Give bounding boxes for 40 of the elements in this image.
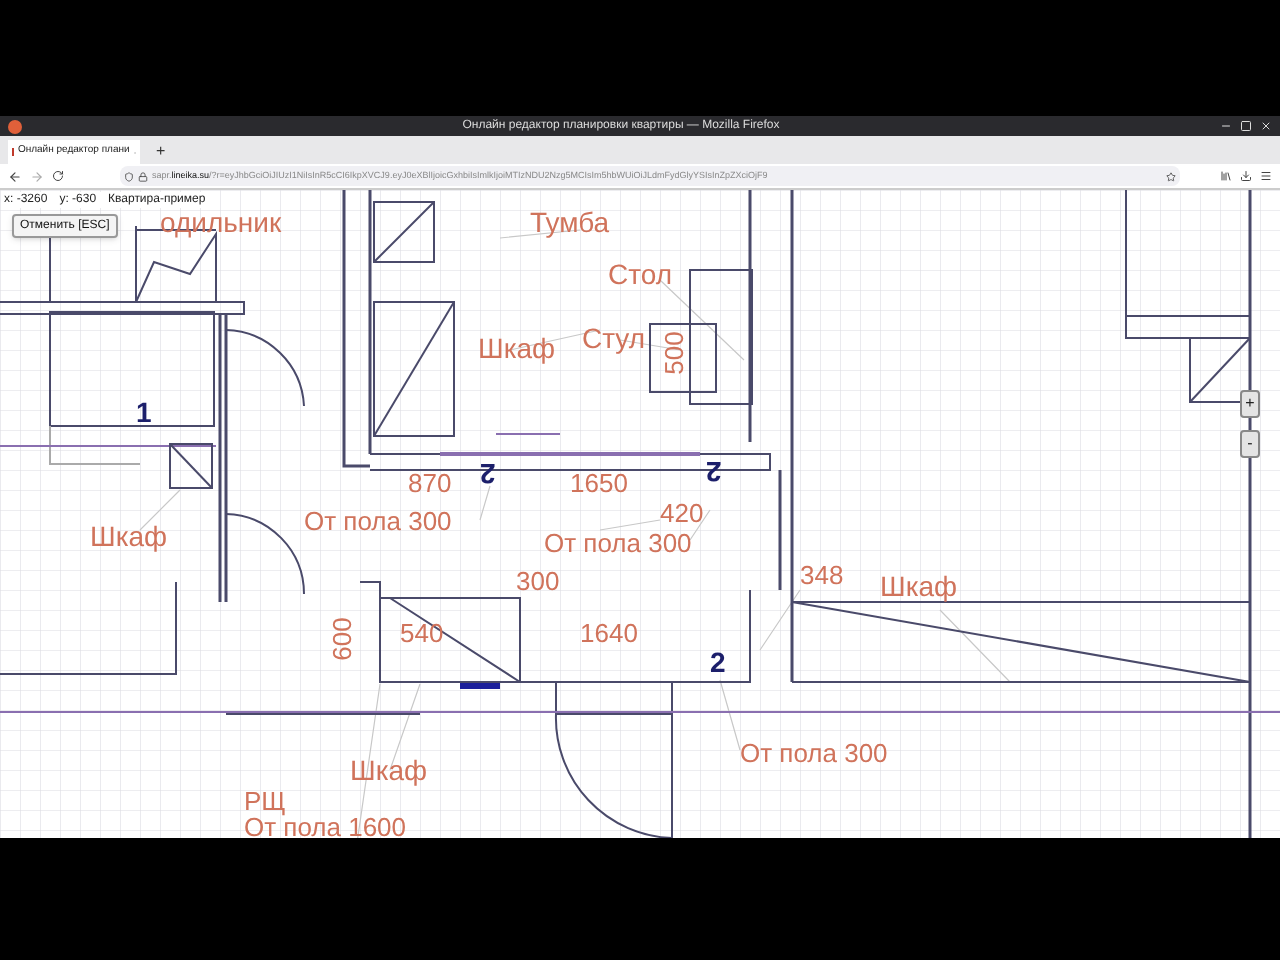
dimension-label: 870 [408, 470, 452, 496]
furniture-label: Стул [582, 324, 646, 352]
shield-icon [124, 171, 134, 181]
back-icon[interactable] [8, 169, 22, 183]
furniture-label: Шкаф [90, 522, 168, 550]
furniture-label: Тумба [530, 208, 610, 236]
marker-label: 1 [136, 398, 152, 426]
furniture-label: Шкаф [478, 334, 556, 362]
furniture-label: одильник [160, 208, 282, 236]
marker-label: 2 [710, 648, 726, 676]
star-icon[interactable] [1166, 171, 1176, 181]
zoom-button[interactable]: - [1240, 430, 1260, 458]
minimize-icon[interactable] [1220, 120, 1232, 132]
dimension-label: 348 [800, 562, 844, 588]
furniture-label: Стол [608, 260, 673, 288]
menu-icon[interactable] [1260, 170, 1272, 182]
marker-label: 2 [706, 458, 722, 486]
library-icon[interactable] [1220, 170, 1232, 182]
note-label: От пола 300 [544, 530, 692, 556]
new-tab-button[interactable]: + [148, 140, 174, 164]
note-label: От пола 300 [740, 740, 888, 766]
dimension-label: 600 [328, 617, 355, 661]
maximize-icon[interactable] [1240, 120, 1252, 132]
dimension-label: 540 [400, 620, 444, 646]
note-label: От пола 1600 [244, 814, 407, 838]
dimension-label: 1640 [580, 620, 638, 646]
dimension-label: 500 [660, 331, 687, 375]
note-label: РЩ [244, 788, 286, 814]
dimension-label: 1650 [570, 470, 628, 496]
browser-logo-icon [8, 119, 22, 133]
lock-icon [138, 171, 148, 181]
dimension-label: 300 [516, 568, 560, 594]
zoom-button[interactable]: + [1240, 390, 1260, 418]
note-label: От пола 300 [304, 508, 452, 534]
download-icon[interactable] [1240, 170, 1252, 182]
marker-label: 2 [480, 460, 496, 488]
furniture-label: Шкаф [880, 572, 958, 600]
furniture-label: Шкаф [350, 756, 428, 784]
reload-icon[interactable] [52, 170, 64, 182]
dimension-label: 420 [660, 500, 704, 526]
